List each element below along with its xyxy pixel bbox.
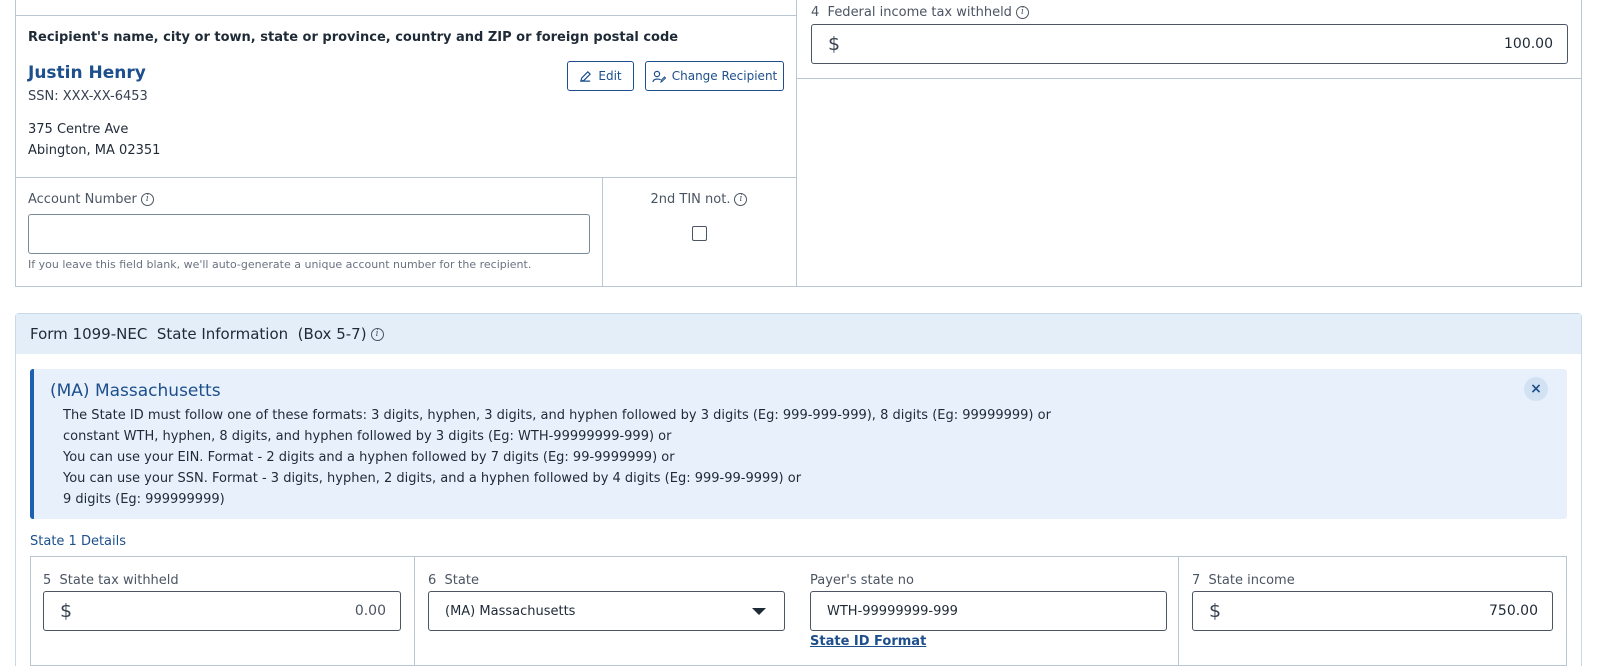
box4-cell: 4 Federal income tax withheld i $ 100.00 [796,0,1582,79]
state-tax-withheld-value: 0.00 [354,603,386,619]
column-divider [414,556,415,666]
info-icon[interactable]: i [1015,6,1029,19]
state-id-format-notice: (MA) Massachusetts The State ID must fol… [30,369,1567,519]
box5-number: 5 [43,573,52,588]
box7-number: 7 [1192,573,1201,588]
second-tin-label-text: 2nd TIN not. [650,192,731,207]
info-icon[interactable]: i [734,193,748,206]
box6-label: 6 State [428,573,479,588]
second-tin-checkbox[interactable] [692,226,707,241]
payer-cell-bottom-edge [15,0,797,16]
account-number-cell: Account Number i If you leave this field … [15,177,603,287]
notice-line: 9 digits (Eg: 999999999) [63,492,225,507]
state-id-format-link[interactable]: State ID Format [810,634,926,649]
recipient-section-label: Recipient's name, city or town, state or… [28,30,679,45]
right-empty-cell [796,78,1582,287]
recipient-cell: Recipient's name, city or town, state or… [15,15,797,178]
notice-line: You can use your EIN. Format - 2 digits … [63,450,675,465]
state-select-value: (MA) Massachusetts [445,603,576,619]
recipient-ssn: SSN: XXX-XX-6453 [28,89,148,104]
box6-number: 6 [428,573,437,588]
user-edit-icon [652,70,666,83]
close-icon: × [1530,381,1542,397]
recipient-name: Justin Henry [28,63,146,83]
change-recipient-button[interactable]: Change Recipient [645,61,784,91]
state-information-title-text: Form 1099-NEC State Information (Box 5-7… [30,325,367,343]
notice-line: constant WTH, hyphen, 8 digits, and hyph… [63,429,672,444]
payer-state-no-value: WTH-99999999-999 [827,603,958,619]
notice-body: The State ID must follow one of these fo… [63,405,1051,510]
account-number-input[interactable] [28,214,590,254]
notice-title: (MA) Massachusetts [50,381,221,401]
state-information-title: Form 1099-NEC State Information (Box 5-7… [30,325,384,343]
federal-tax-withheld-input[interactable]: $ 100.00 [811,24,1568,64]
box7-label: 7 State income [1192,573,1295,588]
box4-number: 4 [811,5,820,20]
state-income-input[interactable]: $ 750.00 [1192,591,1553,631]
info-icon[interactable]: i [370,328,384,341]
federal-tax-withheld-value: 100.00 [1504,36,1553,52]
box5-label-text: State tax withheld [59,573,179,588]
box4-label-text: Federal income tax withheld [827,5,1012,20]
state-tax-withheld-input[interactable]: $ 0.00 [43,591,401,631]
dollar-sign: $ [1209,600,1222,622]
payer-state-no-input[interactable]: WTH-99999999-999 [810,591,1167,631]
dollar-sign: $ [60,600,73,622]
info-icon[interactable]: i [140,193,154,206]
state-select[interactable]: (MA) Massachusetts [428,591,785,631]
column-divider [1178,556,1179,666]
box6-label-text: State [444,573,479,588]
edit-recipient-button[interactable]: Edit [567,61,634,91]
state-1-details-label: State 1 Details [30,534,127,549]
recipient-address: 375 Centre Ave Abington, MA 02351 [28,119,160,161]
state-information-header: Form 1099-NEC State Information (Box 5-7… [16,314,1581,354]
change-recipient-label: Change Recipient [671,69,778,83]
edit-label: Edit [598,69,622,83]
close-notice-button[interactable]: × [1524,377,1548,401]
box4-label: 4 Federal income tax withheld i [811,5,1029,20]
state-income-value: 750.00 [1489,603,1538,619]
account-number-hint: If you leave this field blank, we'll aut… [28,258,532,271]
pencil-icon [580,70,592,82]
notice-line: You can use your SSN. Format - 3 digits,… [63,471,802,486]
account-number-label-text: Account Number [28,192,137,207]
caret-down-icon [752,607,766,615]
notice-line: The State ID must follow one of these fo… [63,408,1051,423]
account-number-label: Account Number i [28,192,154,207]
box5-label: 5 State tax withheld [43,573,179,588]
box7-label-text: State income [1208,573,1295,588]
second-tin-cell: 2nd TIN not. i [602,177,797,287]
address-line-2: Abington, MA 02351 [28,143,161,158]
address-line-1: 375 Centre Ave [28,122,129,137]
dollar-sign: $ [828,33,841,55]
payer-state-no-label: Payer's state no [810,573,914,588]
second-tin-label: 2nd TIN not. i [602,192,796,207]
